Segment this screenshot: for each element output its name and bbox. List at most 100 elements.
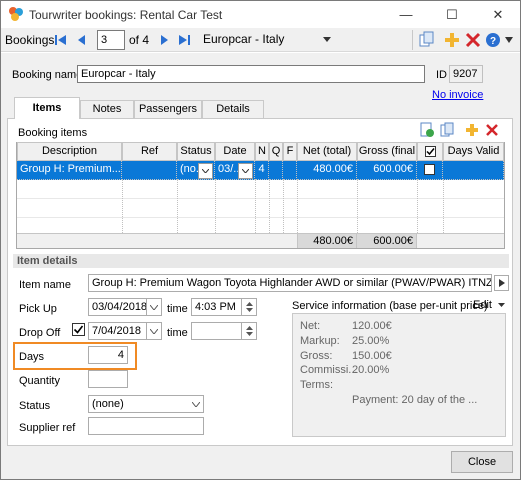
cell-description[interactable]: Group H: Premium... (17, 161, 122, 180)
cell-f[interactable] (283, 161, 297, 180)
booking-items-label: Booking items (18, 127, 88, 139)
col-description[interactable]: Description (17, 142, 122, 161)
cell-net[interactable]: 480.00€ (297, 161, 357, 180)
item-name-label: Item name (19, 279, 71, 291)
window-title: Tourwriter bookings: Rental Car Test (29, 8, 223, 22)
grid-divider (177, 180, 178, 233)
col-select-all[interactable] (417, 142, 443, 161)
pickup-time-stepper[interactable] (241, 299, 256, 315)
cell-gross[interactable]: 600.00€ (357, 161, 417, 180)
cell-ref[interactable] (122, 161, 177, 180)
toolbar: Bookings 3 of 4 Europcar - Italy ? (1, 28, 520, 52)
cell-n[interactable]: 4 (255, 161, 269, 180)
remove-item-icon[interactable] (485, 122, 499, 138)
dropoff-date-picker[interactable]: 7/04/2018 (88, 322, 162, 340)
service-payment-terms: Payment: 20 day of the ... (352, 394, 478, 406)
booking-selector-value: Europcar - Italy (203, 32, 285, 46)
dropoff-label: Drop Off (19, 327, 61, 339)
edit-menu[interactable]: Edit (473, 299, 506, 311)
dropoff-time-spinner[interactable] (191, 322, 257, 340)
service-net-value: 120.00€ (352, 320, 392, 332)
quantity-label: Quantity (19, 375, 60, 387)
status-select-dropdown[interactable] (188, 396, 203, 412)
status-dropdown-button[interactable] (198, 163, 213, 179)
cell-status[interactable]: (no... (177, 161, 215, 180)
date-dropdown-button[interactable] (238, 163, 253, 179)
service-net-label: Net: (300, 320, 321, 332)
id-field: 9207 (449, 65, 483, 83)
help-icon[interactable]: ? (485, 31, 501, 49)
invoice-link[interactable]: No invoice (432, 89, 483, 101)
copy-icon[interactable] (419, 31, 435, 49)
col-q[interactable]: Q (269, 142, 283, 161)
cell-date[interactable]: 03/... (215, 161, 255, 180)
booking-name-label: Booking name (12, 69, 83, 81)
pickup-time-value: 4:03 PM (195, 301, 236, 313)
col-n[interactable]: N (255, 142, 269, 161)
last-record-icon[interactable] (177, 32, 191, 48)
col-date[interactable]: Date (215, 142, 255, 161)
close-window-button[interactable]: ✕ (475, 1, 521, 28)
pickup-date-picker[interactable]: 03/04/2018 (88, 298, 162, 316)
service-markup-label: Markup: (300, 335, 340, 347)
col-status[interactable]: Status (177, 142, 215, 161)
add-item-icon[interactable] (420, 122, 435, 138)
chevron-down-icon (245, 332, 253, 336)
booking-name-input[interactable]: Europcar - Italy (77, 65, 425, 83)
total-net: 480.00€ (297, 234, 357, 248)
chevron-down-icon (202, 169, 209, 173)
col-gross-final[interactable]: Gross (final (357, 142, 417, 161)
total-gross: 600.00€ (357, 234, 417, 248)
pickup-label: Pick Up (19, 303, 57, 315)
tab-details[interactable]: Details (202, 100, 264, 118)
next-record-icon[interactable] (157, 32, 171, 48)
pickup-date-dropdown[interactable] (146, 299, 161, 315)
page-number-input[interactable]: 3 (97, 30, 125, 50)
cell-days-valid[interactable] (443, 161, 504, 180)
checkbox-checked-icon[interactable] (424, 146, 436, 157)
item-picker-button[interactable] (494, 275, 509, 291)
col-ref[interactable]: Ref (122, 142, 177, 161)
grid-divider (297, 180, 298, 233)
col-net-total[interactable]: Net (total) (297, 142, 357, 161)
dropoff-time-stepper[interactable] (241, 323, 256, 339)
add-icon[interactable] (444, 31, 460, 49)
item-details-header (13, 254, 509, 268)
help-dropdown-icon[interactable] (505, 37, 513, 43)
checkbox-unchecked-icon[interactable] (424, 164, 435, 175)
grid-divider (417, 180, 418, 233)
edit-menu-label: Edit (473, 299, 492, 311)
minimize-button[interactable]: — (383, 1, 429, 28)
tab-items[interactable]: Items (14, 97, 80, 119)
tab-notes[interactable]: Notes (80, 100, 134, 118)
days-input[interactable]: 4 (88, 346, 128, 364)
page-of-label: of 4 (129, 33, 150, 47)
supplier-ref-input[interactable] (88, 417, 204, 435)
service-terms-label: Terms: (300, 379, 333, 391)
col-days-valid[interactable]: Days Valid (443, 142, 504, 161)
cell-select[interactable] (417, 161, 443, 180)
col-f[interactable]: F (283, 142, 297, 161)
chevron-down-icon (245, 308, 253, 312)
service-markup-value: 25.00% (352, 335, 390, 347)
bookings-label: Bookings (5, 33, 55, 47)
dropoff-date-dropdown[interactable] (146, 323, 161, 339)
dropoff-checkbox[interactable] (72, 323, 85, 336)
pickup-time-spinner[interactable]: 4:03 PM (191, 298, 257, 316)
status-select[interactable]: (none) (88, 395, 204, 413)
delete-icon[interactable] (465, 31, 481, 49)
tab-passengers[interactable]: Passengers (134, 100, 202, 118)
copy-item-icon[interactable] (440, 122, 455, 138)
chevron-up-icon (245, 326, 253, 330)
quantity-input[interactable] (88, 370, 128, 388)
close-button[interactable]: Close (451, 451, 513, 473)
cell-q[interactable] (269, 161, 283, 180)
maximize-button[interactable]: ☐ (429, 1, 475, 28)
booking-selector[interactable]: Europcar - Italy (200, 30, 333, 50)
previous-record-icon[interactable] (75, 32, 89, 48)
id-label: ID (436, 69, 447, 81)
new-item-icon[interactable] (465, 122, 479, 138)
first-record-icon[interactable] (54, 32, 68, 48)
grid-divider (283, 180, 284, 233)
item-name-input[interactable]: Group H: Premium Wagon Toyota Highlander… (88, 274, 492, 292)
